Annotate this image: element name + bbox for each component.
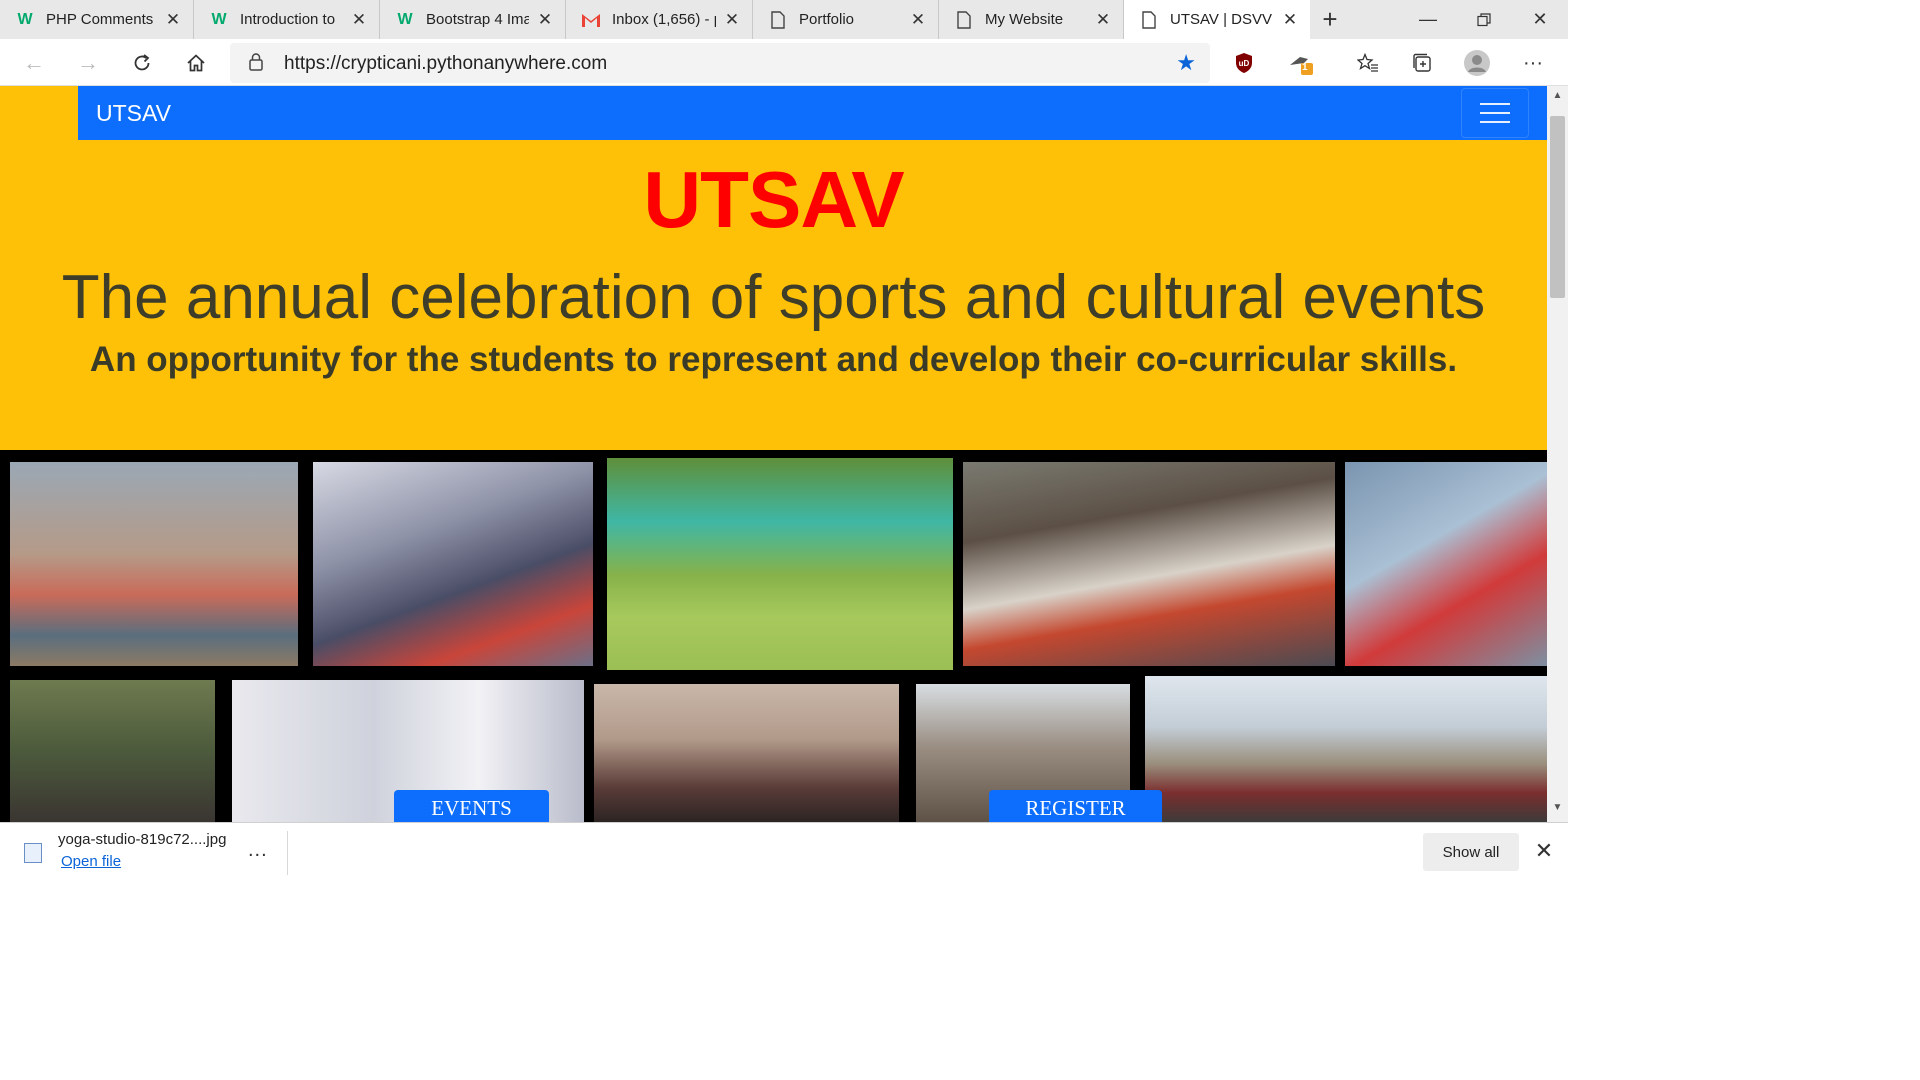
- scroll-up-icon[interactable]: ▲: [1547, 90, 1568, 106]
- tab-inbox[interactable]: Inbox (1,656) - p ✕: [566, 0, 753, 39]
- open-file-link[interactable]: Open file: [61, 853, 121, 870]
- gallery-photo: [963, 462, 1335, 666]
- tab-introduction[interactable]: W Introduction to ✕: [194, 0, 380, 39]
- forward-icon[interactable]: →: [70, 45, 106, 81]
- gallery-photo: [10, 680, 215, 822]
- tab-my-website[interactable]: My Website ✕: [939, 0, 1124, 39]
- tab-utsav[interactable]: UTSAV | DSVV ✕: [1124, 0, 1310, 39]
- tab-title: PHP Comments: [46, 11, 154, 28]
- browser-toolbar: ← → https://crypticani.pythonanywhere.co…: [0, 39, 1568, 86]
- close-icon[interactable]: ✕: [349, 10, 369, 30]
- close-icon[interactable]: ✕: [908, 10, 928, 30]
- url-text[interactable]: https://crypticani.pythonanywhere.com: [284, 53, 607, 75]
- page-scrollbar[interactable]: ▲ ▼: [1547, 86, 1568, 822]
- page-icon: [1138, 9, 1160, 31]
- close-icon[interactable]: ✕: [722, 10, 742, 30]
- page-icon: [767, 9, 789, 31]
- gallery-photo: [1345, 462, 1547, 666]
- gallery-photo: [1145, 676, 1547, 822]
- navbar-toggler-icon[interactable]: [1461, 88, 1529, 138]
- tab-bootstrap[interactable]: W Bootstrap 4 Ima ✕: [380, 0, 566, 39]
- gallery-photo: [607, 458, 953, 670]
- favorites-icon[interactable]: [1350, 45, 1386, 81]
- photo-gallery: EVENTS REGISTER: [0, 450, 1547, 822]
- new-tab-button[interactable]: +: [1310, 0, 1350, 39]
- collections-icon[interactable]: [1404, 45, 1440, 81]
- close-icon[interactable]: ✕: [163, 10, 183, 30]
- scrollbar-thumb[interactable]: [1550, 116, 1565, 298]
- scroll-down-icon[interactable]: ▼: [1547, 802, 1568, 818]
- lock-icon[interactable]: [248, 52, 264, 77]
- tab-portfolio[interactable]: Portfolio ✕: [753, 0, 939, 39]
- home-icon[interactable]: [178, 45, 214, 81]
- tab-title: Bootstrap 4 Ima: [426, 11, 529, 28]
- hero-lead: The annual celebration of sports and cul…: [61, 263, 1486, 332]
- tab-strip: W PHP Comments ✕ W Introduction to ✕ W B…: [0, 0, 1568, 39]
- ublock-icon[interactable]: uD: [1226, 45, 1262, 81]
- close-icon[interactable]: ✕: [1093, 10, 1113, 30]
- profile-avatar-icon[interactable]: [1459, 45, 1495, 81]
- download-more-button[interactable]: ...: [248, 839, 268, 862]
- extension-badge: 1: [1302, 62, 1308, 73]
- window-close-icon[interactable]: ✕: [1512, 0, 1568, 39]
- w3schools-icon: W: [211, 10, 227, 28]
- more-menu-icon[interactable]: ···: [1515, 45, 1551, 81]
- download-filename[interactable]: yoga-studio-819c72....jpg: [58, 831, 226, 848]
- events-button[interactable]: EVENTS: [394, 790, 549, 822]
- minimize-icon[interactable]: —: [1400, 0, 1456, 39]
- page-icon: [953, 9, 975, 31]
- navbar-brand[interactable]: UTSAV: [96, 100, 171, 127]
- w3schools-icon: W: [17, 10, 33, 28]
- extension-icon[interactable]: 1: [1282, 45, 1318, 81]
- gallery-photo: [10, 462, 298, 666]
- refresh-icon[interactable]: [124, 45, 160, 81]
- address-bar[interactable]: https://crypticani.pythonanywhere.com ★: [230, 43, 1210, 83]
- tab-title: UTSAV | DSVV: [1170, 11, 1272, 28]
- hero-title: UTSAV: [643, 155, 904, 244]
- page-content: UTSAV UTSAV The annual celebration of sp…: [0, 86, 1547, 822]
- download-bar: yoga-studio-819c72....jpg Open file ... …: [0, 822, 1568, 882]
- register-button[interactable]: REGISTER: [989, 790, 1162, 822]
- divider: [287, 831, 288, 875]
- site-navbar: UTSAV: [78, 86, 1547, 140]
- show-all-button[interactable]: Show all: [1423, 833, 1519, 871]
- svg-text:uD: uD: [1239, 59, 1250, 68]
- restore-icon[interactable]: [1456, 0, 1512, 39]
- gallery-photo: [594, 684, 899, 822]
- tab-title: My Website: [985, 11, 1064, 28]
- gmail-icon: [580, 9, 602, 31]
- close-icon[interactable]: ✕: [1280, 10, 1300, 30]
- tab-title: Portfolio: [799, 11, 855, 28]
- tab-title: Introduction to: [240, 11, 336, 28]
- close-download-bar-icon[interactable]: ✕: [1530, 837, 1558, 865]
- tab-php-comments[interactable]: W PHP Comments ✕: [0, 0, 194, 39]
- hero-subtitle: An opportunity for the students to repre…: [89, 340, 1458, 379]
- close-icon[interactable]: ✕: [535, 10, 555, 30]
- image-file-icon: [24, 843, 42, 863]
- back-icon[interactable]: ←: [16, 45, 52, 81]
- tab-title: Inbox (1,656) - p: [612, 11, 716, 28]
- w3schools-icon: W: [397, 10, 413, 28]
- gallery-photo: [313, 462, 593, 666]
- favorite-star-icon[interactable]: ★: [1176, 50, 1196, 76]
